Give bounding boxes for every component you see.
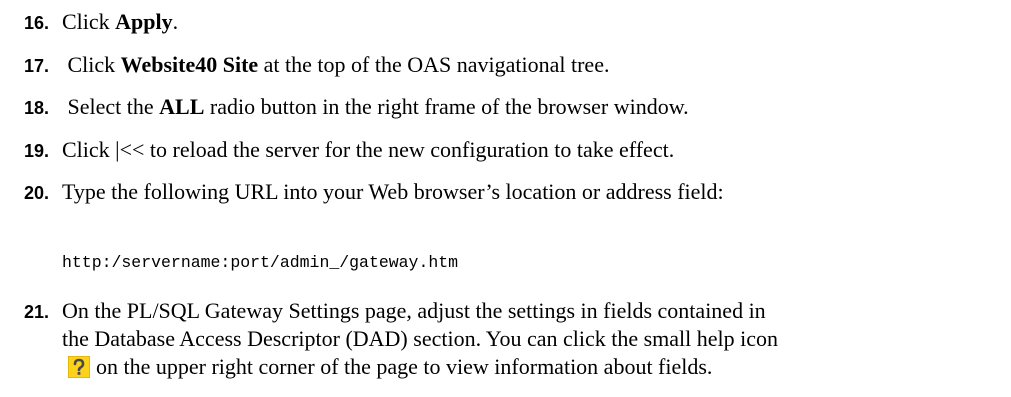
step-text: Type the following URL into your Web bro… — [62, 179, 724, 204]
step-18: 18. Select the ALL radio button in the r… — [24, 93, 689, 122]
step-19: 19. Click |<< to reload the server for th… — [24, 136, 674, 165]
apply-term: Apply — [115, 9, 173, 34]
step-text: On the PL/SQL Gateway Settings page, adj… — [62, 298, 766, 323]
step-text: Click — [62, 9, 116, 34]
url-example: http:/servername:port/admin_/gateway.htm — [62, 253, 459, 272]
step-16: 16. Click Apply. — [24, 8, 178, 37]
all-term: ALL — [159, 94, 205, 119]
step-20: 20. Type the following URL into your Web … — [24, 178, 724, 207]
step-text: at the top of the OAS navigational tree. — [258, 52, 610, 77]
step-17: 17. Click Website40 Site at the top of t… — [24, 51, 609, 80]
step-number: 20. — [24, 183, 50, 203]
website40-site-term: Website40 Site — [120, 52, 259, 77]
help-icon — [67, 355, 91, 379]
step-text: . — [172, 9, 179, 34]
step-number: 21. — [24, 302, 50, 322]
step-21-line-2: the Database Access Descriptor (DAD) sec… — [62, 326, 779, 351]
step-number: 19. — [24, 141, 50, 161]
step-text: on the upper right corner of the page to… — [96, 354, 713, 379]
step-number: 18. — [24, 98, 50, 118]
step-21: 21. On the PL/SQL Gateway Settings page, … — [24, 297, 766, 326]
step-text: Click |<< to reload the server for the n… — [62, 137, 675, 162]
step-text: radio button in the right frame of the b… — [204, 94, 689, 119]
step-text: Click — [62, 52, 121, 77]
step-number: 17. — [24, 56, 50, 76]
document-page: 16. Click Apply. 17. Click Website40 Site… — [0, 0, 1011, 397]
step-text: Select the — [62, 94, 160, 119]
step-21-line-3: on the upper right corner of the page to… — [54, 353, 712, 381]
step-number: 16. — [24, 13, 50, 33]
